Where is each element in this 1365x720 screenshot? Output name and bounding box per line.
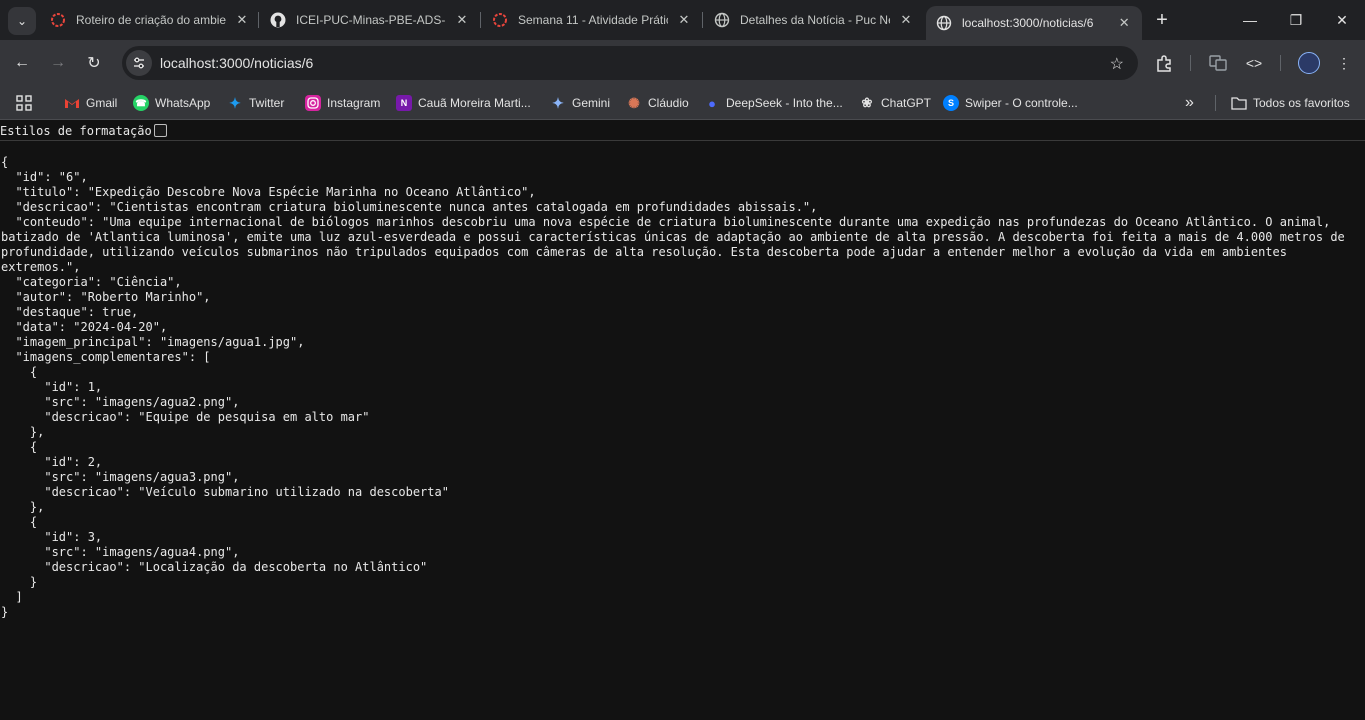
tab-search-button[interactable]: ⌄ bbox=[8, 7, 36, 35]
bookmark-label: Gmail bbox=[86, 96, 118, 110]
toolbar: ← → ↻ localhost:3000/noticias/6 ☆ <> ⋮ bbox=[0, 40, 1365, 86]
folder-icon bbox=[1231, 95, 1247, 111]
new-tab-button[interactable]: + bbox=[1150, 8, 1174, 32]
loading-ring-icon bbox=[50, 12, 66, 28]
extensions-icon[interactable] bbox=[1154, 53, 1174, 73]
bookmark-instagram[interactable]: Instagram bbox=[305, 92, 380, 114]
arrow-right-icon: → bbox=[50, 54, 66, 71]
bookmark-twitter[interactable]: ✦ Twitter bbox=[227, 92, 284, 114]
tab-divider bbox=[258, 12, 259, 28]
close-icon: ✕ bbox=[1336, 11, 1348, 28]
bookmark-claude[interactable]: ✺ Cláudio bbox=[626, 92, 689, 114]
deepseek-whale-icon: ● bbox=[708, 95, 716, 111]
tab-strip: ⌄ Roteiro de criação do ambie ✕ ICEI-PUC… bbox=[0, 0, 1365, 40]
loading-ring-icon bbox=[492, 12, 508, 28]
forward-button[interactable]: → bbox=[44, 49, 72, 77]
gmail-icon bbox=[64, 95, 80, 111]
toolbar-divider bbox=[1190, 55, 1191, 71]
reload-icon: ↻ bbox=[87, 55, 101, 72]
onenote-icon: N bbox=[396, 95, 412, 111]
close-icon[interactable]: ✕ bbox=[1116, 15, 1132, 31]
tab-github[interactable]: ICEI-PUC-Minas-PBE-ADS-SI ✕ bbox=[260, 6, 480, 34]
bookmark-label: Twitter bbox=[249, 96, 285, 110]
bookmark-label: Instagram bbox=[327, 96, 381, 110]
pretty-print-label: Estilos de formatação bbox=[0, 123, 152, 138]
tab-divider bbox=[702, 12, 703, 28]
close-icon[interactable]: ✕ bbox=[234, 12, 250, 28]
toolbar-divider bbox=[1280, 55, 1281, 71]
bookmarks-bar: Gmail ☎ WhatsApp ✦ Twitter Instagram N C… bbox=[0, 86, 1365, 120]
minimize-icon: — bbox=[1243, 12, 1257, 28]
chatgpt-icon: ❀ bbox=[861, 95, 873, 110]
json-body: { "id": "6", "titulo": "Expedição Descob… bbox=[1, 155, 1345, 619]
tab-divider bbox=[480, 12, 481, 28]
bookmark-label: Swiper - O controle... bbox=[965, 96, 1078, 110]
restore-icon: ❐ bbox=[1289, 11, 1303, 28]
chevron-double-right-icon: » bbox=[1185, 94, 1194, 111]
pretty-print-bar: Estilos de formatação bbox=[0, 121, 1365, 141]
devtools-code-icon[interactable]: <> bbox=[1244, 53, 1264, 73]
arrow-left-icon: ← bbox=[14, 54, 30, 71]
url-text: localhost:3000/noticias/6 bbox=[160, 55, 314, 71]
bookmark-swiper[interactable]: S Swiper - O controle... bbox=[943, 92, 1078, 114]
globe-icon bbox=[714, 12, 730, 28]
tab-roteiro[interactable]: Roteiro de criação do ambie ✕ bbox=[40, 6, 260, 34]
bookmarks-overflow-button[interactable]: » bbox=[1185, 92, 1194, 114]
bookmarks-divider bbox=[1215, 95, 1216, 111]
twitter-bird-icon: ✦ bbox=[229, 94, 241, 111]
bookmark-label: DeepSeek - Into the... bbox=[726, 96, 843, 110]
bookmark-deepseek[interactable]: ● DeepSeek - Into the... bbox=[704, 92, 843, 114]
plus-icon: + bbox=[1156, 9, 1168, 31]
bookmark-label: Todos os favoritos bbox=[1253, 96, 1350, 110]
tab-title: Detalhes da Notícia - Puc Ne bbox=[740, 13, 890, 27]
globe-icon bbox=[936, 15, 952, 31]
bookmark-star-icon[interactable]: ☆ bbox=[1110, 54, 1124, 74]
reload-button[interactable]: ↻ bbox=[80, 49, 108, 77]
address-bar[interactable]: localhost:3000/noticias/6 ☆ bbox=[122, 46, 1138, 80]
tab-title: Semana 11 - Atividade Prátic bbox=[518, 13, 668, 27]
all-bookmarks-folder[interactable]: Todos os favoritos bbox=[1231, 92, 1350, 114]
close-icon[interactable]: ✕ bbox=[454, 12, 470, 28]
instagram-icon bbox=[305, 95, 321, 111]
close-icon[interactable]: ✕ bbox=[676, 12, 692, 28]
back-button[interactable]: ← bbox=[8, 49, 36, 77]
bookmark-label: Gemini bbox=[572, 96, 611, 110]
tab-localhost-active[interactable]: localhost:3000/noticias/6 ✕ bbox=[926, 6, 1142, 40]
tab-title: Roteiro de criação do ambie bbox=[76, 13, 226, 27]
tab-title: ICEI-PUC-Minas-PBE-ADS-SI bbox=[296, 13, 446, 27]
bookmark-whatsapp[interactable]: ☎ WhatsApp bbox=[133, 92, 210, 114]
bookmark-gmail[interactable]: Gmail bbox=[64, 92, 117, 114]
whatsapp-icon: ☎ bbox=[133, 95, 149, 111]
menu-kebab-icon[interactable]: ⋮ bbox=[1334, 53, 1354, 73]
tab-title: localhost:3000/noticias/6 bbox=[962, 16, 1094, 30]
claude-starburst-icon: ✺ bbox=[628, 94, 640, 111]
avatar[interactable] bbox=[1298, 52, 1320, 74]
bookmark-onenote[interactable]: N Cauã Moreira Marti... bbox=[396, 92, 531, 114]
site-info-icon[interactable] bbox=[126, 50, 152, 76]
pretty-print-checkbox[interactable] bbox=[153, 124, 167, 137]
apps-grid-icon[interactable] bbox=[16, 92, 32, 114]
tab-semana-11[interactable]: Semana 11 - Atividade Prátic ✕ bbox=[482, 6, 702, 34]
github-icon bbox=[270, 12, 286, 28]
tab-detalhes-noticia[interactable]: Detalhes da Notícia - Puc Ne ✕ bbox=[704, 6, 924, 34]
close-window-button[interactable]: ✕ bbox=[1319, 0, 1365, 40]
swiper-icon: S bbox=[943, 95, 959, 111]
close-icon[interactable]: ✕ bbox=[898, 12, 914, 28]
bookmark-label: ChatGPT bbox=[881, 96, 932, 110]
gemini-sparkle-icon: ✦ bbox=[552, 94, 564, 111]
bookmark-label: Cauã Moreira Marti... bbox=[418, 96, 531, 110]
bookmark-gemini[interactable]: ✦ Gemini bbox=[550, 92, 610, 114]
bookmark-label: WhatsApp bbox=[155, 96, 211, 110]
minimize-button[interactable]: — bbox=[1227, 0, 1273, 40]
translate-icon[interactable] bbox=[1208, 53, 1228, 73]
bookmark-chatgpt[interactable]: ❀ ChatGPT bbox=[859, 92, 931, 114]
bookmark-label: Cláudio bbox=[648, 96, 689, 110]
restore-button[interactable]: ❐ bbox=[1273, 0, 1319, 40]
chevron-down-icon: ⌄ bbox=[16, 14, 28, 28]
